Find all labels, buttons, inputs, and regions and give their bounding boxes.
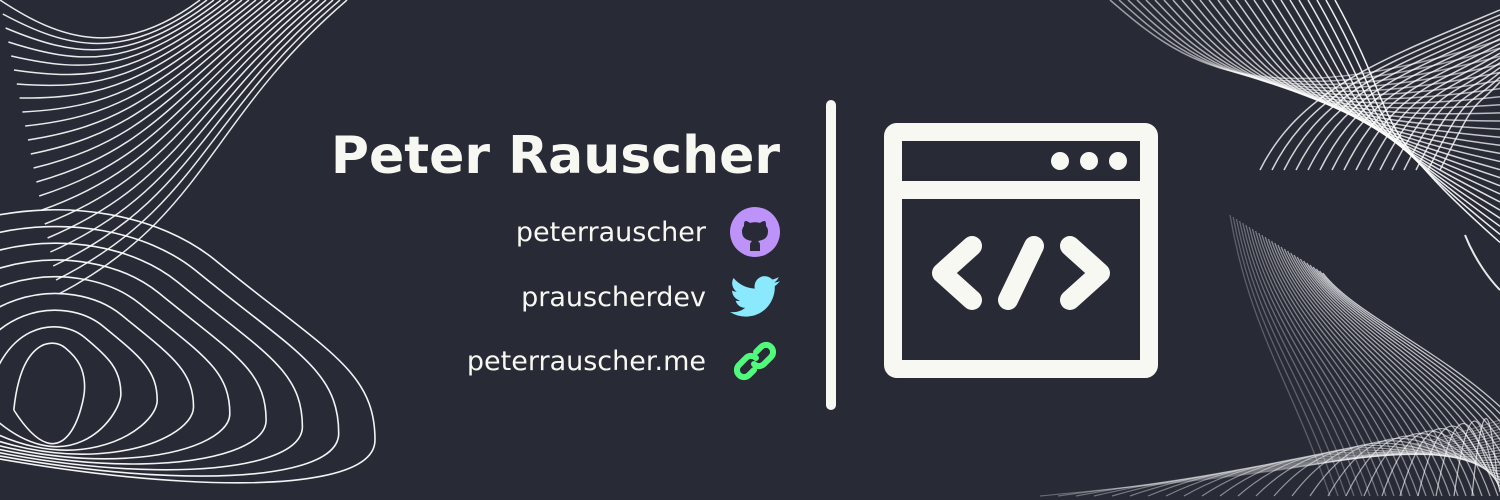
contour-line	[0, 309, 159, 451]
contour-line	[0, 0, 201, 39]
profile-name: Peter Rauscher	[330, 126, 780, 186]
contour-line	[16, 0, 243, 87]
website-link[interactable]: peterrauscher.me	[467, 336, 780, 386]
github-username: peterrauscher	[515, 216, 706, 248]
contour-line	[52, 0, 334, 267]
twitter-username: prauscherdev	[521, 281, 706, 313]
contour-line	[0, 225, 340, 477]
contour-line	[0, 209, 376, 484]
github-link[interactable]: peterrauscher	[516, 207, 780, 257]
twitter-link[interactable]: prauscherdev	[521, 272, 780, 322]
contour-line	[55, 0, 341, 281]
contour-line	[2, 0, 208, 45]
website-url: peterrauscher.me	[466, 345, 706, 377]
github-icon	[730, 207, 780, 257]
twitter-icon	[730, 272, 780, 322]
contour-line	[47, 0, 320, 239]
contour-line	[0, 259, 267, 465]
browser-code-icon	[884, 123, 1158, 378]
contour-line	[13, 342, 86, 445]
link-icon	[730, 336, 780, 386]
vertical-divider	[826, 100, 836, 410]
contour-line	[1464, 234, 1500, 291]
contour-line	[1057, 422, 1500, 497]
